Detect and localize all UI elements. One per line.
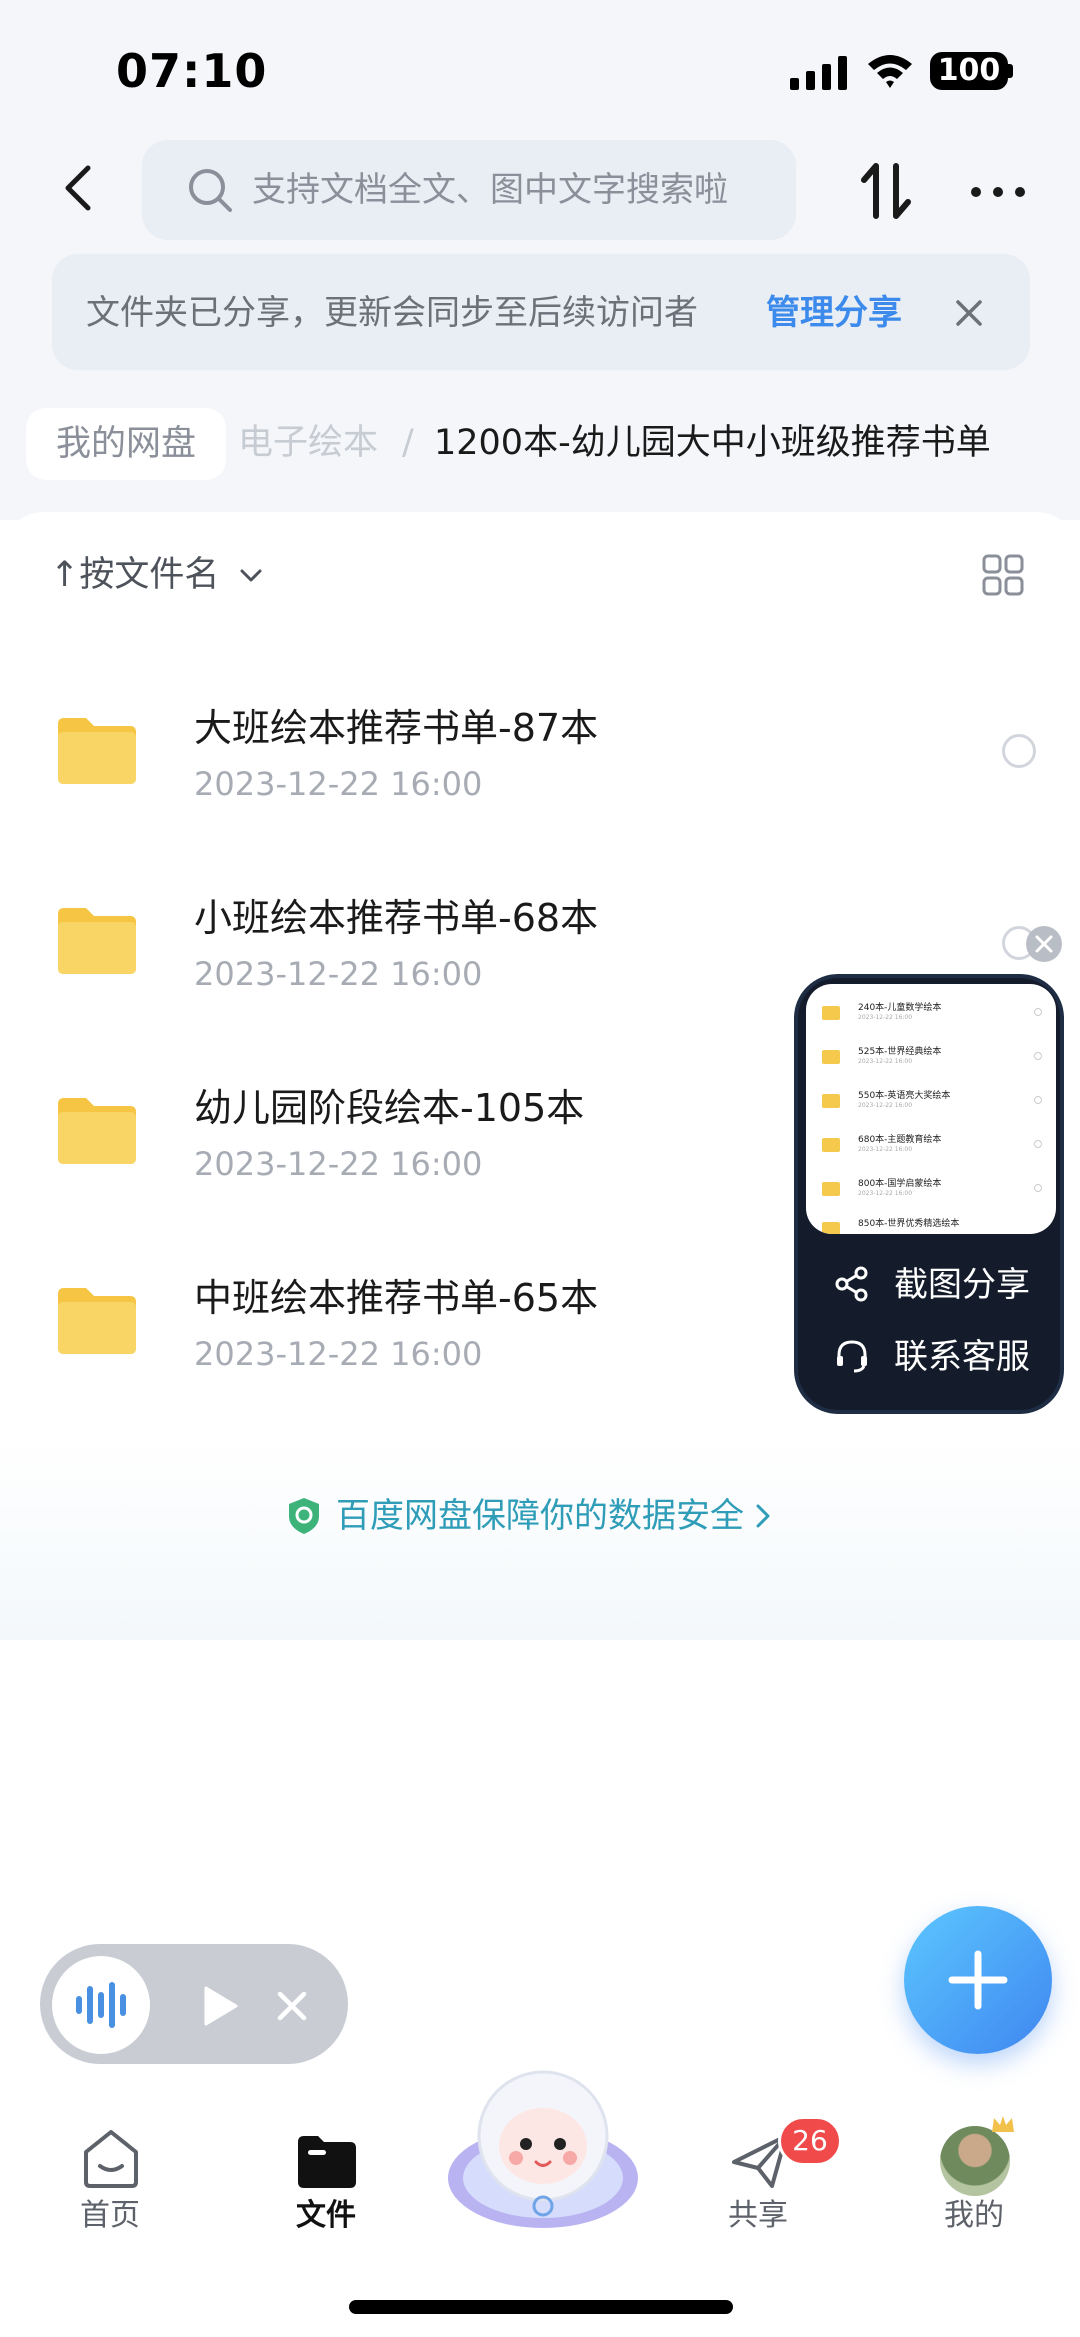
file-name: 大班绘本推荐书单-87本: [194, 706, 599, 750]
thumbnail-file-name: 850本-世界优秀精选绘本: [858, 1219, 960, 1229]
contact-support-button[interactable]: 联系客服: [894, 1334, 1030, 1380]
soundwave-icon: [76, 1982, 126, 2028]
folder-icon: [58, 1098, 136, 1164]
folder-icon: [58, 1288, 136, 1354]
thumbnail-file-name: 550本-英语亮大奖绘本: [858, 1091, 951, 1101]
close-icon: [1035, 935, 1053, 953]
breadcrumb-parent[interactable]: 电子绘本: [238, 418, 378, 468]
folder-icon: [822, 1222, 840, 1234]
breadcrumb-root[interactable]: 我的网盘: [26, 408, 226, 480]
add-button[interactable]: [904, 1906, 1052, 2054]
thumbnail-row: 240本-儿童数学绘本 2023-12-22 16:00: [816, 994, 1046, 1030]
shield-icon: [289, 1498, 319, 1534]
file-date: 2023-12-22 16:00: [194, 765, 483, 803]
cellular-signal-icon: [790, 56, 847, 90]
thumbnail-file-date: 2023-12-22 16:00: [858, 1102, 913, 1109]
thumbnail-row: 680本-主题教育绘本 2023-12-22 16:00: [816, 1126, 1046, 1162]
security-promise-link[interactable]: 百度网盘保障你的数据安全: [336, 1492, 744, 1540]
file-date: 2023-12-22 16:00: [194, 955, 483, 993]
crown-icon: [992, 2116, 1014, 2132]
thumbnail-file-name: 680本-主题教育绘本: [858, 1135, 942, 1145]
play-icon[interactable]: [198, 1984, 240, 2028]
chevron-right-icon: [756, 1504, 770, 1528]
thumbnail-file-date: 2023-12-22 16:00: [858, 1058, 913, 1065]
thumbnail-file-date: 2023-12-22 16:00: [858, 1190, 913, 1197]
thumbnail-row: 800本-国学启蒙绘本 2023-12-22 16:00: [816, 1170, 1046, 1206]
thumbnail-radio: [1034, 1008, 1042, 1016]
back-arrow-icon[interactable]: [50, 158, 110, 218]
home-indicator: [349, 2300, 733, 2314]
chevron-down-icon: [240, 569, 262, 582]
close-icon[interactable]: [274, 1988, 310, 2024]
more-options-icon[interactable]: [968, 172, 1028, 212]
manage-share-link[interactable]: 管理分享: [766, 290, 902, 336]
grid-view-icon[interactable]: [982, 554, 1024, 596]
search-placeholder: 支持文档全文、图中文字搜索啦: [252, 170, 728, 210]
screenshot-share-button[interactable]: 截图分享: [894, 1262, 1030, 1308]
battery-indicator: 100: [930, 52, 1008, 90]
avatar: [940, 2126, 1010, 2196]
home-icon: [84, 2130, 138, 2188]
headset-icon: [837, 1340, 867, 1373]
battery-tip: [1008, 64, 1013, 78]
file-list-footer: [0, 1440, 1080, 1640]
folder-icon: [58, 718, 136, 784]
thumbnail-radio: [1034, 1052, 1042, 1060]
file-name: 中班绘本推荐书单-65本: [194, 1276, 599, 1320]
folder-icon: [58, 908, 136, 974]
wifi-icon: [868, 55, 912, 88]
tab-share[interactable]: 共享: [698, 2196, 818, 2236]
select-checkbox[interactable]: [1002, 734, 1036, 768]
tab-home[interactable]: 首页: [50, 2196, 170, 2236]
folder-tab-icon: [298, 2136, 356, 2188]
thumbnail-file-name: 525本-世界经典绘本: [858, 1047, 942, 1057]
thumbnail-row: 550本-英语亮大奖绘本 2023-12-22 16:00: [816, 1082, 1046, 1118]
thumbnail-file-date: 2023-12-22 16:00: [858, 1014, 913, 1021]
breadcrumb-separator: /: [402, 423, 414, 463]
file-date: 2023-12-22 16:00: [194, 1145, 483, 1183]
screenshot-thumbnail[interactable]: 240本-儿童数学绘本 2023-12-22 16:00 525本-世界经典绘本…: [806, 984, 1056, 1234]
plus-icon: [948, 1950, 1008, 2010]
sort-by-name-button[interactable]: ↑按文件名: [50, 550, 219, 600]
folder-icon: [822, 1006, 840, 1020]
thumbnail-file-date: 2023-12-22 16:00: [858, 1146, 913, 1153]
thumbnail-radio: [1034, 1184, 1042, 1192]
folder-icon: [822, 1138, 840, 1152]
thumbnail-row: 525本-世界经典绘本 2023-12-22 16:00: [816, 1038, 1046, 1074]
status-time: 07:10: [116, 44, 268, 98]
breadcrumb-current: 1200本-幼儿园大中小班级推荐书单: [434, 423, 991, 463]
file-name: 小班绘本推荐书单-68本: [194, 896, 599, 940]
folder-icon: [822, 1094, 840, 1108]
share-icon: [835, 1266, 868, 1302]
folder-icon: [822, 1182, 840, 1196]
transfer-sort-icon[interactable]: [856, 160, 916, 222]
tab-me[interactable]: 我的: [914, 2196, 1034, 2236]
share-notification-badge: 26: [778, 2116, 842, 2166]
file-date: 2023-12-22 16:00: [194, 1335, 483, 1373]
close-floating-panel-button[interactable]: [1026, 926, 1062, 962]
thumbnail-radio: [1034, 1096, 1042, 1104]
thumbnail-radio: [1034, 1140, 1042, 1148]
search-icon: [189, 169, 232, 212]
mascot-assistant-icon[interactable]: [444, 2066, 642, 2236]
thumbnail-file-name: 240本-儿童数学绘本: [858, 1003, 942, 1013]
share-notice-text: 文件夹已分享，更新会同步至后续访问者: [86, 293, 698, 333]
thumbnail-row: 850本-世界优秀精选绘本: [816, 1210, 1046, 1234]
tab-files[interactable]: 文件: [266, 2196, 386, 2236]
folder-icon: [822, 1050, 840, 1064]
close-icon[interactable]: [950, 294, 988, 332]
file-name: 幼儿园阶段绘本-105本: [194, 1086, 585, 1130]
thumbnail-file-name: 800本-国学启蒙绘本: [858, 1179, 942, 1189]
